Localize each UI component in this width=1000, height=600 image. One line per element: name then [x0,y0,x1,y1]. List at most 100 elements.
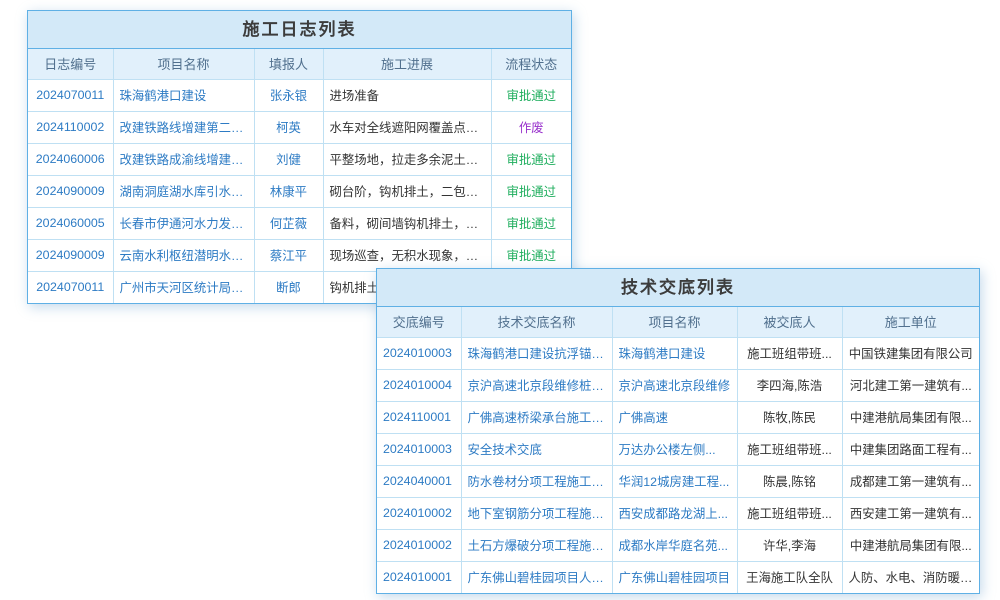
page: 施工日志列表 日志编号项目名称填报人施工进展流程状态 2024070011珠海鹤… [0,0,1000,600]
log-cell-id[interactable]: 2024090009 [28,175,113,207]
disclosure-cell-id[interactable]: 2024040001 [377,465,461,497]
disclosure-cell-id[interactable]: 2024010004 [377,369,461,401]
disclosure-cell-person: 陈晨,陈铭 [737,465,842,497]
disclosure-cell-id[interactable]: 2024110001 [377,401,461,433]
disclosure-table-row: 2024010003珠海鹤港口建设抗浮锚杆...珠海鹤港口建设施工班组带班...… [377,337,979,369]
disclosure-cell-unit: 人防、水电、消防暖通... [842,561,979,593]
disclosure-cell-person: 施工班组带班... [737,497,842,529]
construction-log-title: 施工日志列表 [28,11,571,49]
log-cell-project[interactable]: 云南水利枢纽潜明水库一... [113,239,254,271]
log-cell-project[interactable]: 广州市天河区统计局机房... [113,271,254,303]
disclosure-cell-id[interactable]: 2024010001 [377,561,461,593]
disclosure-cell-unit: 河北建工第一建筑有... [842,369,979,401]
disclosure-table-row: 2024110001广佛高速桥梁承台施工技...广佛高速陈牧,陈民中建港航局集团… [377,401,979,433]
log-cell-filler[interactable]: 林康平 [254,175,323,207]
log-cell-status: 作废 [491,111,571,143]
log-table-row: 2024070011珠海鹤港口建设张永银进场准备审批通过 [28,79,571,111]
disclosure-cell-project[interactable]: 珠海鹤港口建设 [612,337,737,369]
log-cell-project[interactable]: 改建铁路线增建第二线直... [113,111,254,143]
tech-disclosure-table: 交底编号技术交底名称项目名称被交底人施工单位 2024010003珠海鹤港口建设… [377,307,979,593]
disclosure-cell-project[interactable]: 华润12城房建工程... [612,465,737,497]
log-cell-id[interactable]: 2024090009 [28,239,113,271]
disclosure-cell-unit: 中建港航局集团有限... [842,529,979,561]
log-cell-progress: 进场准备 [323,79,491,111]
log-cell-id[interactable]: 2024070011 [28,79,113,111]
disclosure-cell-project[interactable]: 万达办公楼左侧... [612,433,737,465]
disclosure-cell-person: 王海施工队全队 [737,561,842,593]
log-header-id: 日志编号 [28,49,113,79]
log-cell-id[interactable]: 2024060005 [28,207,113,239]
disclosure-cell-project[interactable]: 广佛高速 [612,401,737,433]
disclosure-cell-id[interactable]: 2024010002 [377,497,461,529]
disclosure-cell-name[interactable]: 珠海鹤港口建设抗浮锚杆... [461,337,612,369]
log-cell-filler[interactable]: 断郎 [254,271,323,303]
disclosure-cell-id[interactable]: 2024010003 [377,433,461,465]
disclosure-table-row: 2024040001防水卷材分项工程施工技...华润12城房建工程...陈晨,陈… [377,465,979,497]
log-cell-project[interactable]: 长春市伊通河水力发电厂... [113,207,254,239]
log-cell-filler[interactable]: 蔡江平 [254,239,323,271]
log-cell-progress: 砌台阶，钩机排土，二包砌... [323,175,491,207]
disclosure-cell-name[interactable]: 京沪高速北京段维修桩帽... [461,369,612,401]
disclosure-cell-name[interactable]: 地下室钢筋分项工程施工... [461,497,612,529]
disclosure-cell-unit: 中建港航局集团有限... [842,401,979,433]
log-header-project: 项目名称 [113,49,254,79]
log-cell-id[interactable]: 2024070011 [28,271,113,303]
log-table-row: 2024060006改建铁路成渝线增建第二...刘健平整场地，拉走多余泥土15.… [28,143,571,175]
disclosure-cell-name[interactable]: 广佛高速桥梁承台施工技... [461,401,612,433]
disclosure-cell-project[interactable]: 京沪高速北京段维修 [612,369,737,401]
disclosure-cell-project[interactable]: 广东佛山碧桂园项目 [612,561,737,593]
disclosure-cell-person: 施工班组带班... [737,433,842,465]
log-cell-id[interactable]: 2024060006 [28,143,113,175]
disclosure-cell-person: 许华,李海 [737,529,842,561]
disclosure-header-person: 被交底人 [737,307,842,337]
disclosure-table-row: 2024010004京沪高速北京段维修桩帽...京沪高速北京段维修李四海,陈浩河… [377,369,979,401]
log-cell-progress: 平整场地，拉走多余泥土15... [323,143,491,175]
disclosure-cell-name[interactable]: 安全技术交底 [461,433,612,465]
log-cell-project[interactable]: 湖南洞庭湖水库引水工程... [113,175,254,207]
disclosure-cell-person: 李四海,陈浩 [737,369,842,401]
log-table-row: 2024060005长春市伊通河水力发电厂...何芷薇备料，砌间墙钩机排土，瓦.… [28,207,571,239]
log-header-filler: 填报人 [254,49,323,79]
log-cell-filler[interactable]: 张永银 [254,79,323,111]
disclosure-header-name: 技术交底名称 [461,307,612,337]
log-cell-status: 审批通过 [491,239,571,271]
log-cell-progress: 现场巡查，无积水现象，水... [323,239,491,271]
log-header-status: 流程状态 [491,49,571,79]
disclosure-table-row: 2024010002地下室钢筋分项工程施工...西安成都路龙湖上...施工班组带… [377,497,979,529]
disclosure-cell-unit: 西安建工第一建筑有... [842,497,979,529]
log-cell-filler[interactable]: 柯英 [254,111,323,143]
tech-disclosure-header-row: 交底编号技术交底名称项目名称被交底人施工单位 [377,307,979,337]
disclosure-header-id: 交底编号 [377,307,461,337]
construction-log-header-row: 日志编号项目名称填报人施工进展流程状态 [28,49,571,79]
log-cell-progress: 水车对全线遮阳网覆盖点进... [323,111,491,143]
disclosure-cell-name[interactable]: 防水卷材分项工程施工技... [461,465,612,497]
disclosure-cell-id[interactable]: 2024010003 [377,337,461,369]
disclosure-cell-unit: 中建集团路面工程有... [842,433,979,465]
disclosure-cell-name[interactable]: 土石方爆破分项工程施工... [461,529,612,561]
disclosure-cell-id[interactable]: 2024010002 [377,529,461,561]
log-cell-filler[interactable]: 刘健 [254,143,323,175]
disclosure-cell-project[interactable]: 西安成都路龙湖上... [612,497,737,529]
disclosure-cell-project[interactable]: 成都水岸华庭名苑... [612,529,737,561]
log-cell-filler[interactable]: 何芷薇 [254,207,323,239]
disclosure-table-row: 2024010001广东佛山碧桂园项目人防...广东佛山碧桂园项目王海施工队全队… [377,561,979,593]
disclosure-header-unit: 施工单位 [842,307,979,337]
disclosure-cell-name[interactable]: 广东佛山碧桂园项目人防... [461,561,612,593]
disclosure-cell-person: 陈牧,陈民 [737,401,842,433]
log-header-progress: 施工进展 [323,49,491,79]
construction-log-table: 日志编号项目名称填报人施工进展流程状态 2024070011珠海鹤港口建设张永银… [28,49,571,303]
disclosure-header-project: 项目名称 [612,307,737,337]
log-cell-project[interactable]: 珠海鹤港口建设 [113,79,254,111]
tech-disclosure-title: 技术交底列表 [377,269,979,307]
disclosure-table-row: 2024010002土石方爆破分项工程施工...成都水岸华庭名苑...许华,李海… [377,529,979,561]
tech-disclosure-body: 2024010003珠海鹤港口建设抗浮锚杆...珠海鹤港口建设施工班组带班...… [377,337,979,593]
log-cell-status: 审批通过 [491,143,571,175]
log-table-row: 2024110002改建铁路线增建第二线直...柯英水车对全线遮阳网覆盖点进..… [28,111,571,143]
disclosure-cell-person: 施工班组带班... [737,337,842,369]
log-cell-status: 审批通过 [491,79,571,111]
construction-log-panel: 施工日志列表 日志编号项目名称填报人施工进展流程状态 2024070011珠海鹤… [27,10,572,304]
log-cell-project[interactable]: 改建铁路成渝线增建第二... [113,143,254,175]
log-cell-status: 审批通过 [491,207,571,239]
log-cell-id[interactable]: 2024110002 [28,111,113,143]
disclosure-cell-unit: 中国铁建集团有限公司 [842,337,979,369]
